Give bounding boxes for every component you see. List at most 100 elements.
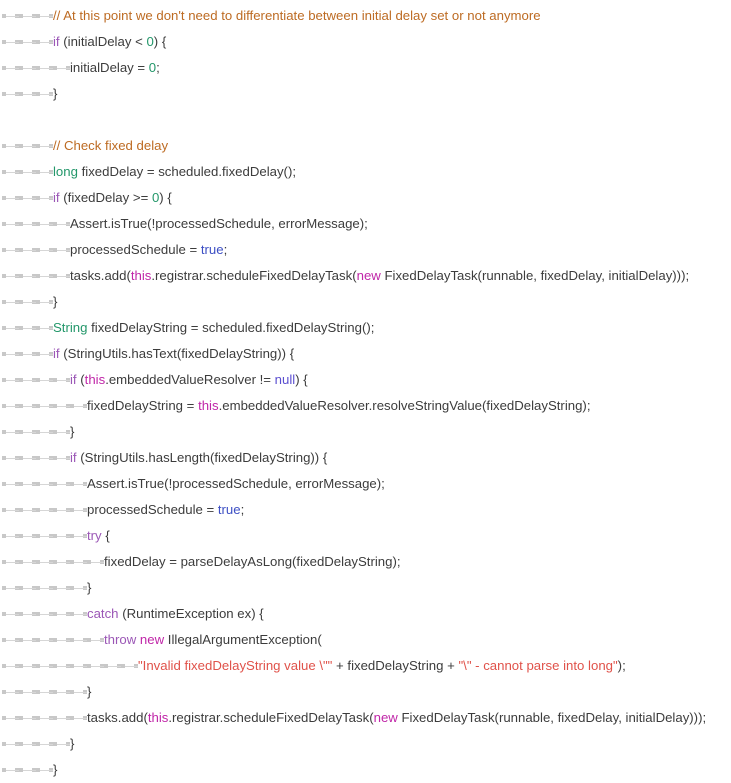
tab-arrow-icon xyxy=(53,705,70,731)
code-token-keyword: try xyxy=(87,528,102,543)
tab-arrow-icon xyxy=(2,497,19,523)
tab-arrow-icon xyxy=(19,419,36,445)
tab-arrow-icon xyxy=(2,341,19,367)
code-line[interactable]: processedSchedule = true; xyxy=(0,237,731,263)
code-token-plain: (RuntimeException ex) { xyxy=(118,606,264,621)
tab-arrow-icon xyxy=(19,575,36,601)
tab-arrow-icon xyxy=(2,419,19,445)
code-line[interactable]: tasks.add(this.registrar.scheduleFixedDe… xyxy=(0,705,731,731)
code-token-plain: tasks.add( xyxy=(87,710,148,725)
tab-arrow-icon xyxy=(2,757,19,783)
tab-arrow-icon xyxy=(2,211,19,237)
tab-arrow-icon xyxy=(36,29,53,55)
code-line[interactable]: if (StringUtils.hasLength(fixedDelayStri… xyxy=(0,445,731,471)
code-line[interactable]: processedSchedule = true; xyxy=(0,497,731,523)
tab-arrow-icon xyxy=(19,731,36,757)
code-line[interactable]: tasks.add(this.registrar.scheduleFixedDe… xyxy=(0,263,731,289)
code-line[interactable] xyxy=(0,107,731,133)
tab-arrow-icon xyxy=(70,523,87,549)
code-token-this: this xyxy=(198,398,219,413)
tab-arrow-icon xyxy=(87,653,104,679)
code-token-bool: true xyxy=(217,502,241,517)
tab-arrow-icon xyxy=(19,627,36,653)
code-token-plain: ) { xyxy=(295,372,308,387)
code-token-plain: FixedDelayTask(runnable, fixedDelay, ini… xyxy=(397,710,707,725)
code-token-keyword: if xyxy=(53,34,60,49)
tab-arrow-icon xyxy=(53,497,70,523)
tab-arrow-icon xyxy=(2,3,19,29)
tab-arrow-icon xyxy=(70,705,87,731)
tab-arrow-icon xyxy=(36,237,53,263)
code-token-plain: Assert.isTrue(!processedSchedule, errorM… xyxy=(70,216,368,231)
code-line[interactable]: fixedDelayString = this.embeddedValueRes… xyxy=(0,393,731,419)
tab-arrow-icon xyxy=(70,575,87,601)
tab-arrow-icon xyxy=(19,263,36,289)
tab-arrow-icon xyxy=(70,497,87,523)
tab-arrow-icon xyxy=(2,393,19,419)
code-token-plain: FixedDelayTask(runnable, fixedDelay, ini… xyxy=(380,268,690,283)
code-line[interactable]: } xyxy=(0,419,731,445)
code-line[interactable]: try { xyxy=(0,523,731,549)
code-editor-viewport[interactable]: // At this point we don't need to differ… xyxy=(0,0,731,777)
code-token-this: this xyxy=(84,372,106,387)
tab-arrow-icon xyxy=(19,653,36,679)
code-token-keyword: throw xyxy=(104,632,137,647)
tab-arrow-icon xyxy=(36,393,53,419)
code-line[interactable]: // Check fixed delay xyxy=(0,133,731,159)
tab-arrow-icon xyxy=(36,55,53,81)
tab-arrow-icon xyxy=(19,367,36,393)
tab-arrow-icon xyxy=(53,575,70,601)
code-token-plain: (StringUtils.hasText(fixedDelayString)) … xyxy=(59,346,295,361)
tab-arrow-icon xyxy=(36,263,53,289)
tab-arrow-icon xyxy=(53,653,70,679)
code-token-plain: processedSchedule = xyxy=(87,502,218,517)
tab-arrow-icon xyxy=(19,757,36,783)
code-line[interactable]: } xyxy=(0,81,731,107)
code-token-plain: } xyxy=(70,424,75,439)
code-token-plain: } xyxy=(53,762,58,777)
tab-arrow-icon xyxy=(70,653,87,679)
code-line[interactable]: } xyxy=(0,289,731,315)
code-line[interactable]: } xyxy=(0,731,731,757)
tab-arrow-icon xyxy=(2,679,19,705)
tab-arrow-icon xyxy=(36,445,53,471)
code-line[interactable]: initialDelay = 0; xyxy=(0,55,731,81)
tab-arrow-icon xyxy=(70,679,87,705)
code-line[interactable]: Assert.isTrue(!processedSchedule, errorM… xyxy=(0,211,731,237)
tab-arrow-icon xyxy=(70,393,87,419)
code-token-plain: } xyxy=(87,580,92,595)
code-token-plain: (initialDelay < xyxy=(59,34,147,49)
code-line[interactable]: } xyxy=(0,679,731,705)
code-line[interactable]: } xyxy=(0,575,731,601)
code-line[interactable]: // At this point we don't need to differ… xyxy=(0,3,731,29)
code-token-plain: Assert.isTrue(!processedSchedule, errorM… xyxy=(87,476,385,491)
tab-arrow-icon xyxy=(2,263,19,289)
code-line[interactable]: long fixedDelay = scheduled.fixedDelay()… xyxy=(0,159,731,185)
tab-arrow-icon xyxy=(2,29,19,55)
tab-arrow-icon xyxy=(53,627,70,653)
tab-arrow-icon xyxy=(19,445,36,471)
code-token-this: this xyxy=(147,710,169,725)
tab-arrow-icon xyxy=(53,211,70,237)
code-line[interactable]: if (StringUtils.hasText(fixedDelayString… xyxy=(0,341,731,367)
code-line[interactable]: catch (RuntimeException ex) { xyxy=(0,601,731,627)
code-line[interactable]: fixedDelay = parseDelayAsLong(fixedDelay… xyxy=(0,549,731,575)
tab-arrow-icon xyxy=(2,315,19,341)
code-token-plain: tasks.add( xyxy=(70,268,131,283)
tab-arrow-icon xyxy=(19,159,36,185)
tab-arrow-icon xyxy=(53,731,70,757)
code-line[interactable]: if (fixedDelay >= 0) { xyxy=(0,185,731,211)
code-token-plain: } xyxy=(53,86,58,101)
tab-arrow-icon xyxy=(2,367,19,393)
code-token-plain: .registrar.scheduleFixedDelayTask( xyxy=(151,268,357,283)
tab-arrow-icon xyxy=(19,705,36,731)
code-line[interactable]: String fixedDelayString = scheduled.fixe… xyxy=(0,315,731,341)
code-line[interactable]: if (this.embeddedValueResolver != null) … xyxy=(0,367,731,393)
code-line[interactable]: throw new IllegalArgumentException( xyxy=(0,627,731,653)
code-line[interactable]: if (initialDelay < 0) { xyxy=(0,29,731,55)
code-token-plain: .embeddedValueResolver != xyxy=(105,372,275,387)
code-line[interactable]: "Invalid fixedDelayString value \"" + fi… xyxy=(0,653,731,679)
code-line[interactable]: Assert.isTrue(!processedSchedule, errorM… xyxy=(0,471,731,497)
tab-arrow-icon xyxy=(2,627,19,653)
code-line[interactable]: } xyxy=(0,757,731,783)
